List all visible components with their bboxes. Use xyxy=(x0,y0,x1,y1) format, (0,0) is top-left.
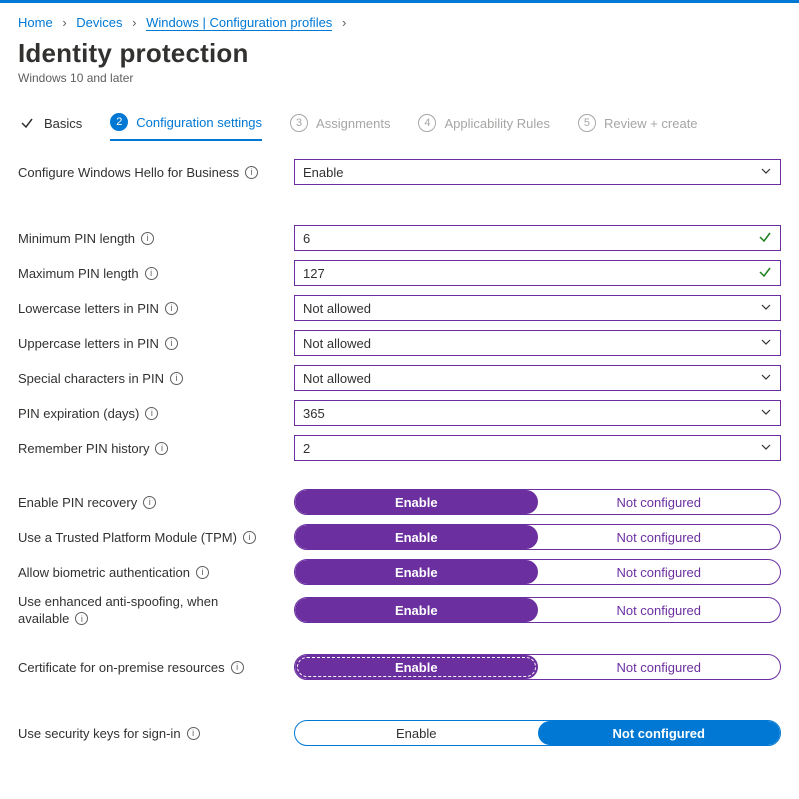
chevron-right-icon: › xyxy=(132,15,136,30)
info-icon[interactable]: i xyxy=(187,727,200,740)
label-special: Special characters in PIN i xyxy=(18,371,294,386)
toggle-option-not-configured[interactable]: Not configured xyxy=(538,721,781,745)
crumb-home[interactable]: Home xyxy=(18,15,53,30)
info-icon[interactable]: i xyxy=(143,496,156,509)
toggle-option-enable[interactable]: Enable xyxy=(295,721,538,745)
check-icon xyxy=(18,114,36,132)
label-uppercase: Uppercase letters in PIN i xyxy=(18,336,294,351)
toggle-option-not-configured[interactable]: Not configured xyxy=(538,490,781,514)
info-icon[interactable]: i xyxy=(145,267,158,280)
info-icon[interactable]: i xyxy=(75,612,88,625)
label-pin-history: Remember PIN history i xyxy=(18,441,294,456)
label-cert: Certificate for on-premise resources i xyxy=(18,660,294,675)
info-icon[interactable]: i xyxy=(165,337,178,350)
info-icon[interactable]: i xyxy=(196,566,209,579)
toggle-pin-recovery[interactable]: Enable Not configured xyxy=(294,489,781,515)
toggle-option-enable[interactable]: Enable xyxy=(295,525,538,549)
chevron-down-icon xyxy=(760,406,772,421)
chevron-down-icon xyxy=(760,441,772,456)
chevron-down-icon xyxy=(760,336,772,351)
toggle-option-enable[interactable]: Enable xyxy=(295,598,538,622)
check-icon xyxy=(758,230,772,247)
chevron-down-icon xyxy=(760,301,772,316)
toggle-option-not-configured[interactable]: Not configured xyxy=(538,525,781,549)
toggle-option-not-configured[interactable]: Not configured xyxy=(538,655,781,679)
info-icon[interactable]: i xyxy=(155,442,168,455)
step-config-settings[interactable]: 2 Configuration settings xyxy=(110,107,262,141)
info-icon[interactable]: i xyxy=(243,531,256,544)
toggle-option-not-configured[interactable]: Not configured xyxy=(538,598,781,622)
info-icon[interactable]: i xyxy=(145,407,158,420)
label-biometric: Allow biometric authentication i xyxy=(18,565,294,580)
step-basics[interactable]: Basics xyxy=(18,108,82,140)
info-icon[interactable]: i xyxy=(170,372,183,385)
label-pin-expiration: PIN expiration (days) i xyxy=(18,406,294,421)
toggle-anti-spoof[interactable]: Enable Not configured xyxy=(294,597,781,623)
step-review-create[interactable]: 5 Review + create xyxy=(578,108,698,140)
input-min-pin[interactable]: 6 xyxy=(294,225,781,251)
label-whfb: Configure Windows Hello for Business i xyxy=(18,165,294,180)
chevron-down-icon xyxy=(760,165,772,180)
label-anti-spoof: Use enhanced anti-spoofing, when availab… xyxy=(18,594,294,626)
toggle-tpm[interactable]: Enable Not configured xyxy=(294,524,781,550)
select-uppercase[interactable]: Not allowed xyxy=(294,330,781,356)
select-special[interactable]: Not allowed xyxy=(294,365,781,391)
step-applicability-rules[interactable]: 4 Applicability Rules xyxy=(418,108,550,140)
breadcrumb: Home › Devices › Windows | Configuration… xyxy=(18,15,781,30)
info-icon[interactable]: i xyxy=(231,661,244,674)
input-max-pin[interactable]: 127 xyxy=(294,260,781,286)
crumb-devices[interactable]: Devices xyxy=(76,15,122,30)
input-pin-history[interactable]: 2 xyxy=(294,435,781,461)
label-min-pin: Minimum PIN length i xyxy=(18,231,294,246)
label-tpm: Use a Trusted Platform Module (TPM) i xyxy=(18,530,294,545)
page-subtitle: Windows 10 and later xyxy=(18,71,781,85)
label-pin-recovery: Enable PIN recovery i xyxy=(18,495,294,510)
check-icon xyxy=(758,265,772,282)
label-max-pin: Maximum PIN length i xyxy=(18,266,294,281)
toggle-security-keys[interactable]: Enable Not configured xyxy=(294,720,781,746)
toggle-option-enable[interactable]: Enable xyxy=(295,655,538,679)
toggle-option-not-configured[interactable]: Not configured xyxy=(538,560,781,584)
crumb-config-profiles[interactable]: Windows | Configuration profiles xyxy=(146,15,332,31)
step-assignments[interactable]: 3 Assignments xyxy=(290,108,390,140)
info-icon[interactable]: i xyxy=(245,166,258,179)
chevron-right-icon: › xyxy=(62,15,66,30)
toggle-cert[interactable]: Enable Not configured xyxy=(294,654,781,680)
toggle-option-enable[interactable]: Enable xyxy=(295,490,538,514)
wizard-steps: Basics 2 Configuration settings 3 Assign… xyxy=(18,107,781,141)
page-title: Identity protection xyxy=(18,38,781,69)
toggle-option-enable[interactable]: Enable xyxy=(295,560,538,584)
chevron-down-icon xyxy=(760,371,772,386)
label-lowercase: Lowercase letters in PIN i xyxy=(18,301,294,316)
input-pin-expiration[interactable]: 365 xyxy=(294,400,781,426)
label-security-keys: Use security keys for sign-in i xyxy=(18,726,294,741)
info-icon[interactable]: i xyxy=(165,302,178,315)
info-icon[interactable]: i xyxy=(141,232,154,245)
toggle-biometric[interactable]: Enable Not configured xyxy=(294,559,781,585)
select-lowercase[interactable]: Not allowed xyxy=(294,295,781,321)
select-whfb[interactable]: Enable xyxy=(294,159,781,185)
chevron-right-icon: › xyxy=(342,15,346,30)
